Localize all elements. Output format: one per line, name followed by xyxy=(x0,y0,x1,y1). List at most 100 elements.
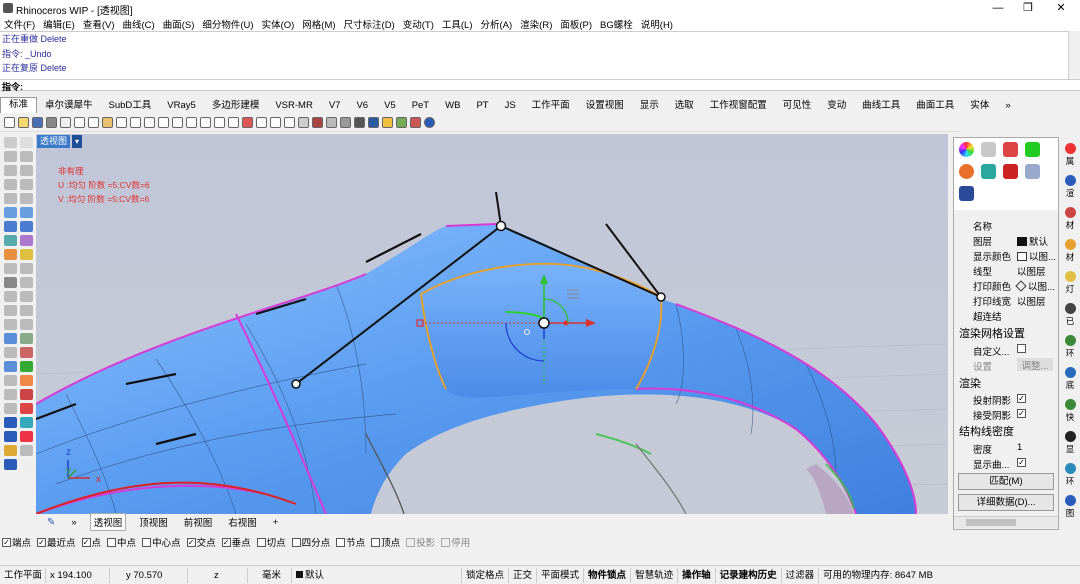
point-icon[interactable] xyxy=(20,137,33,148)
move-icon[interactable] xyxy=(4,291,17,302)
expand-icon[interactable] xyxy=(20,459,33,470)
tab-perspective[interactable]: 透视图 xyxy=(89,513,127,531)
grasshopper-icon[interactable] xyxy=(382,116,393,128)
command-line[interactable]: 指令: xyxy=(0,79,1080,92)
shade-sphere-icon[interactable] xyxy=(326,116,337,128)
osnap-checkbox[interactable]: ✓ xyxy=(81,537,91,547)
tab-standard[interactable]: 标准 xyxy=(0,97,38,113)
toolbar-icon[interactable] xyxy=(20,431,33,442)
light-bulb-icon[interactable] xyxy=(298,116,309,128)
viewport-layout-icon[interactable] xyxy=(228,116,239,128)
menu-dimension[interactable]: 尺寸标注(D) xyxy=(344,17,395,31)
osnap-checkbox[interactable]: ✓ xyxy=(37,537,47,547)
tab-item[interactable]: 曲线工具 xyxy=(854,99,908,113)
analysis-icon[interactable] xyxy=(4,333,17,344)
menu-transform[interactable]: 变动(T) xyxy=(403,17,434,31)
osnap-checkbox[interactable] xyxy=(441,537,451,547)
texture-mapping-icon[interactable] xyxy=(1003,142,1018,157)
brush-icon[interactable] xyxy=(981,142,996,157)
group-icon[interactable] xyxy=(4,319,17,330)
grid-icon[interactable] xyxy=(20,333,33,344)
cut-icon[interactable] xyxy=(74,116,85,128)
zoom-window-icon[interactable] xyxy=(172,116,183,128)
osnap-checkbox[interactable] xyxy=(142,537,152,547)
custom-mesh-checkbox[interactable] xyxy=(1017,344,1026,353)
lock-icon[interactable] xyxy=(20,375,33,386)
tab-item[interactable]: PeT xyxy=(404,99,437,113)
tab-item[interactable]: 变动 xyxy=(819,99,854,113)
loft-icon[interactable] xyxy=(20,207,33,218)
status-layer[interactable]: 默认 xyxy=(292,567,462,583)
database-icon[interactable] xyxy=(959,186,974,201)
prop-row-name[interactable]: 名称 xyxy=(954,217,1058,233)
tab-item[interactable]: VRay5 xyxy=(159,99,204,113)
print-icon[interactable] xyxy=(46,116,57,128)
dimension-icon[interactable] xyxy=(20,305,33,316)
more-tabs-icon[interactable]: » xyxy=(68,516,79,529)
tab-front[interactable]: 前视图 xyxy=(181,514,216,530)
tab-item[interactable]: V7 xyxy=(321,99,349,113)
lightning-icon[interactable] xyxy=(20,249,33,260)
tab-item[interactable]: 显示 xyxy=(632,99,667,113)
menu-panels[interactable]: 面板(P) xyxy=(560,17,592,31)
osnap-item[interactable]: 切点 xyxy=(256,535,286,549)
menu-view[interactable]: 查看(V) xyxy=(83,17,115,31)
osnap-checkbox[interactable] xyxy=(371,537,381,547)
color-wheel-icon[interactable] xyxy=(959,142,974,157)
help-icon[interactable] xyxy=(424,116,435,128)
osnap-checkbox[interactable] xyxy=(256,537,266,547)
scroll-thumb[interactable] xyxy=(966,519,1016,526)
osnap-item[interactable]: 停用 xyxy=(441,535,470,549)
pan-hand-icon[interactable] xyxy=(130,116,141,128)
toggle-planar[interactable]: 平面模式 xyxy=(537,567,585,583)
join-icon[interactable] xyxy=(4,277,17,288)
panel-horizontal-scrollbar[interactable] xyxy=(954,516,1058,528)
menu-solid[interactable]: 实体(O) xyxy=(262,17,295,31)
rectangle-icon[interactable] xyxy=(20,179,33,190)
panel-tab[interactable]: 快 xyxy=(1062,399,1078,423)
menu-surface[interactable]: 曲面(S) xyxy=(163,17,195,31)
prop-row-receive-shadow[interactable]: 接受阴影 ✓ xyxy=(954,406,1058,422)
render-tool-icon[interactable] xyxy=(4,403,17,414)
tab-item[interactable]: VSR-MR xyxy=(267,99,320,113)
script-icon[interactable] xyxy=(410,116,421,128)
menu-analyze[interactable]: 分析(A) xyxy=(481,17,513,31)
menu-curve[interactable]: 曲线(C) xyxy=(122,17,154,31)
hide-icon[interactable] xyxy=(4,375,17,386)
details-button[interactable]: 详细数据(D)... xyxy=(958,494,1054,511)
viewport-menu-arrow[interactable]: ▾ xyxy=(72,135,82,148)
prop-row-linetype[interactable]: 线型 以图层 xyxy=(954,262,1058,278)
material-sphere-icon[interactable] xyxy=(368,116,379,128)
zoom-selected-icon[interactable] xyxy=(200,116,211,128)
gumball-axes-icon[interactable] xyxy=(20,403,33,414)
decal-sphere-icon[interactable] xyxy=(959,164,974,179)
import-icon[interactable] xyxy=(60,116,71,128)
osnap-item[interactable]: ✓ 端点 xyxy=(2,535,31,549)
tab-item[interactable]: 工作视窗配置 xyxy=(702,99,775,113)
red-box-icon[interactable] xyxy=(1003,164,1018,179)
green-square-icon[interactable] xyxy=(1025,142,1040,157)
curve-icon[interactable] xyxy=(20,151,33,162)
prop-row-display-color[interactable]: 显示颜色 以图... xyxy=(954,247,1058,263)
control-point[interactable] xyxy=(291,379,301,389)
panel-tab[interactable]: 已 xyxy=(1062,303,1078,327)
menu-mesh[interactable]: 网格(M) xyxy=(302,17,335,31)
osnap-item[interactable]: 节点 xyxy=(336,535,365,549)
render-sphere-icon[interactable] xyxy=(340,116,351,128)
menu-tools[interactable]: 工具(L) xyxy=(442,17,473,31)
tab-item[interactable]: WB xyxy=(437,99,468,113)
select-icon[interactable] xyxy=(284,116,295,128)
array-icon[interactable] xyxy=(4,347,17,358)
drafting-icon[interactable] xyxy=(20,389,33,400)
pin-icon[interactable] xyxy=(4,459,17,470)
control-point[interactable] xyxy=(495,220,507,232)
panel-tab[interactable]: 环 xyxy=(1062,463,1078,487)
new-file-icon[interactable] xyxy=(4,116,15,128)
tab-item[interactable]: SubD工具 xyxy=(101,99,160,113)
toggle-gumball[interactable]: 操作轴 xyxy=(678,567,716,583)
perspective-viewport[interactable] xyxy=(36,134,948,514)
osnap-item[interactable]: 中心点 xyxy=(142,535,181,549)
render-preview-icon[interactable] xyxy=(354,116,365,128)
prop-row-density[interactable]: 密度 1 xyxy=(954,440,1058,456)
tab-item[interactable]: PT xyxy=(468,99,496,113)
